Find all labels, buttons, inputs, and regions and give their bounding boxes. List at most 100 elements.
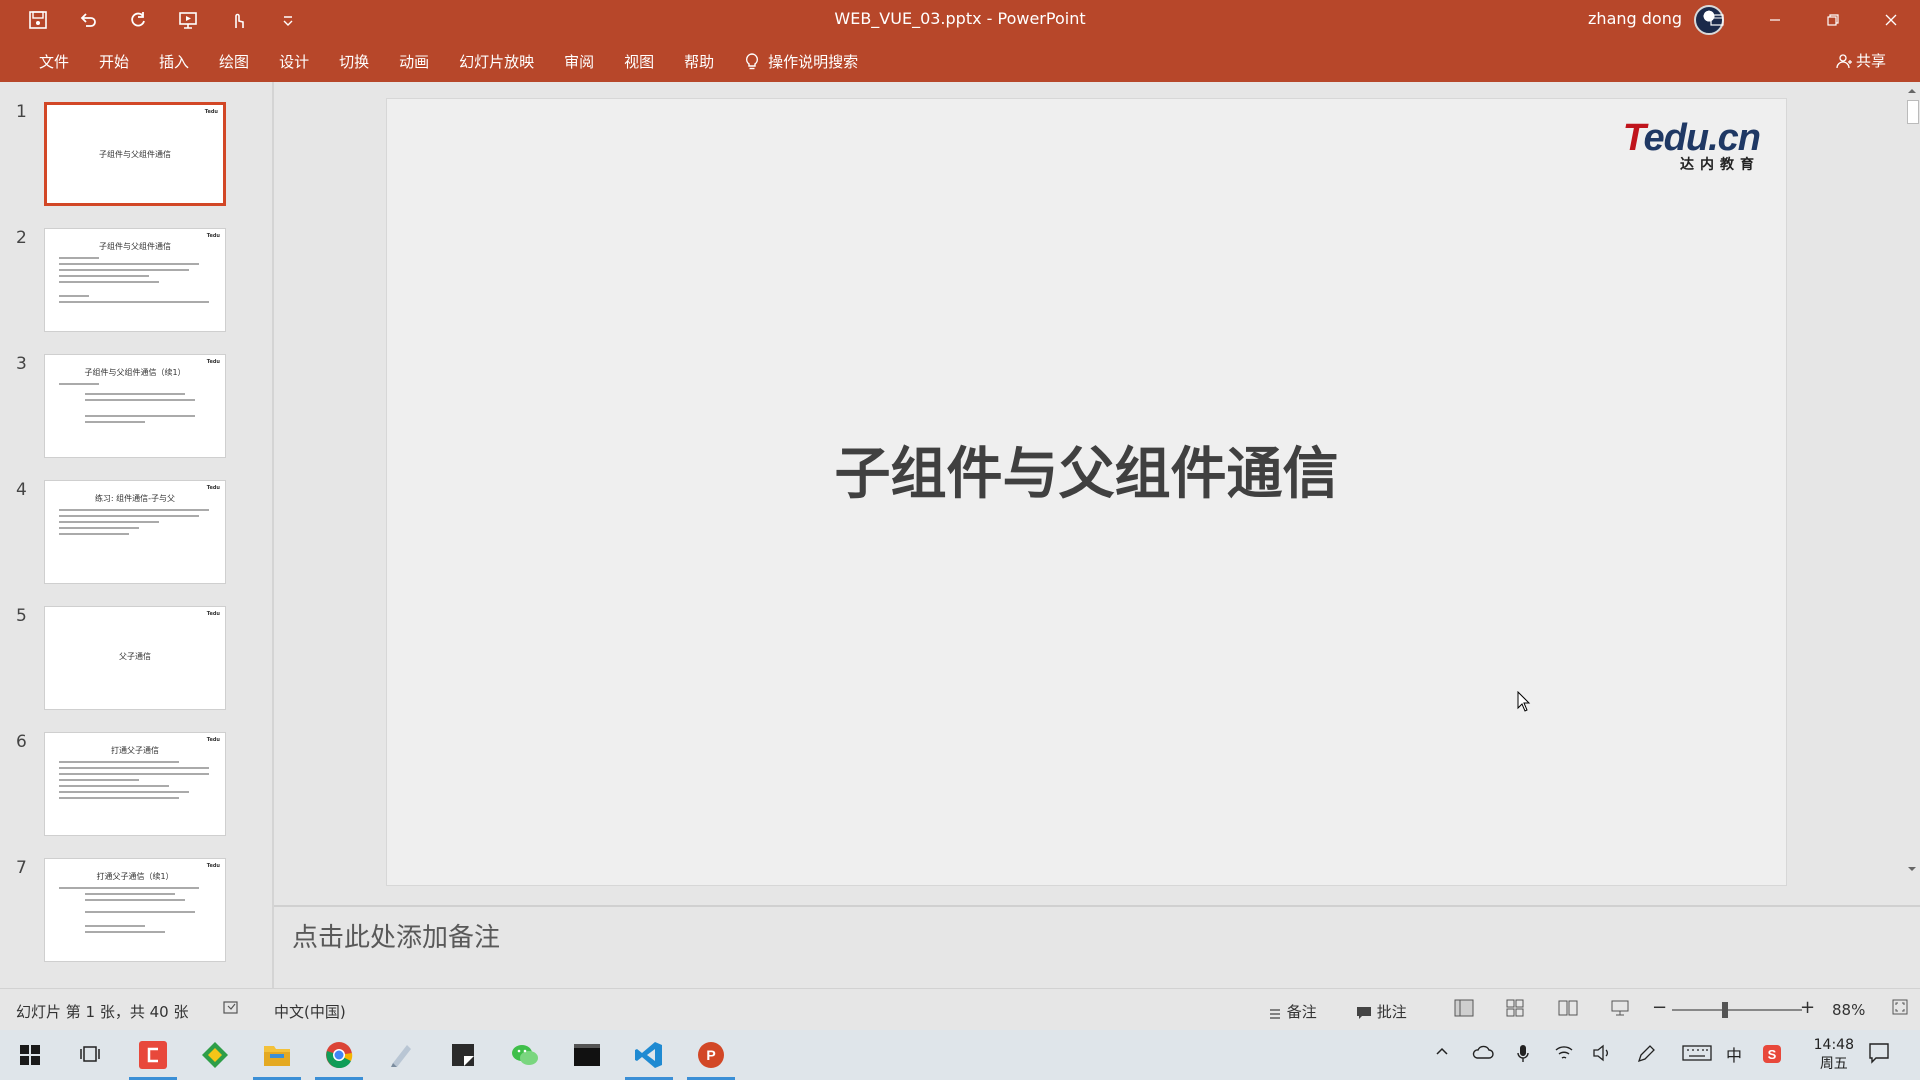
show-hidden-icon[interactable] <box>1434 1044 1450 1064</box>
app-green-icon[interactable] <box>187 1035 243 1075</box>
pen-icon[interactable] <box>1636 1044 1656 1068</box>
current-slide[interactable]: Tedu.cn 达内教育 子组件与父组件通信 <box>386 98 1787 886</box>
normal-view-icon[interactable] <box>1454 999 1474 1021</box>
thumbnail-title: 父子通信 <box>119 652 151 661</box>
scroll-up-icon[interactable] <box>1907 86 1917 96</box>
tab-draw[interactable]: 绘图 <box>204 50 264 74</box>
volume-icon[interactable] <box>1592 1044 1612 1066</box>
microphone-icon[interactable] <box>1516 1044 1530 1068</box>
zoom-in-button[interactable]: + <box>1800 997 1815 1018</box>
restore-icon[interactable] <box>1804 0 1862 40</box>
thumbnail-number: 6 <box>16 732 27 752</box>
tab-file[interactable]: 文件 <box>24 50 84 74</box>
thumbnail-row[interactable]: 4 Tedu 练习: 组件通信-子与父 <box>0 480 272 606</box>
thumbnail-logo: Tedu <box>206 737 220 743</box>
language-indicator[interactable]: 中文(中国) <box>274 1001 346 1022</box>
slide-thumbnail[interactable]: Tedu 子组件与父组件通信 <box>44 228 226 332</box>
share-label: 共享 <box>1855 52 1886 70</box>
slide-thumbnail[interactable]: Tedu 练习: 组件通信-子与父 <box>44 480 226 584</box>
slideshow-view-icon[interactable] <box>1610 999 1630 1021</box>
title-bar: WEB_VUE_03.pptx - PowerPoint zhang dong <box>0 0 1920 40</box>
slide-thumbnail[interactable]: Tedu 子组件与父组件通信（续1） <box>44 354 226 458</box>
scroll-down-icon[interactable] <box>1907 864 1917 874</box>
lightbulb-icon <box>746 53 759 70</box>
window-controls <box>1688 0 1920 40</box>
share-button[interactable]: 共享 <box>1836 50 1886 71</box>
slide-thumbnails-pane: 1 Tedu 子组件与父组件通信 2 Tedu 子组件与父组件通信 3 Tedu… <box>0 82 272 988</box>
thumbnail-row[interactable]: 2 Tedu 子组件与父组件通信 <box>0 228 272 354</box>
zoom-slider[interactable] <box>1672 1009 1802 1011</box>
terminal-icon[interactable] <box>559 1035 615 1075</box>
thumbnail-title: 打通父子通信（续1） <box>96 872 174 881</box>
minimize-icon[interactable] <box>1746 0 1804 40</box>
mouse-pointer-icon <box>1517 690 1531 717</box>
tab-slideshow[interactable]: 幻灯片放映 <box>444 50 549 74</box>
input-method-icon[interactable]: S <box>1762 1044 1782 1068</box>
powerpoint-icon[interactable]: P <box>683 1035 739 1080</box>
system-clock[interactable]: 14:48 周五 <box>1814 1036 1854 1074</box>
comments-button[interactable]: 批注 <box>1356 1001 1407 1022</box>
user-name[interactable]: zhang dong <box>1588 9 1682 28</box>
thumbnail-logo: Tedu <box>206 611 220 617</box>
notes-pane[interactable]: 点击此处添加备注 <box>274 907 1920 987</box>
thumbnail-title: 练习: 组件通信-子与父 <box>94 494 176 503</box>
comment-icon <box>1357 1006 1371 1019</box>
thumbnail-row[interactable]: 3 Tedu 子组件与父组件通信（续1） <box>0 354 272 480</box>
ime-indicator[interactable]: 中 <box>1726 1042 1742 1066</box>
notes-app-icon[interactable] <box>435 1035 491 1075</box>
thumbnail-logo: Tedu <box>204 109 218 115</box>
cloud-sync-icon[interactable] <box>1472 1044 1494 1064</box>
wechat-icon[interactable] <box>497 1035 553 1075</box>
tab-transitions[interactable]: 切换 <box>324 50 384 74</box>
zoom-out-button[interactable]: − <box>1652 997 1667 1018</box>
tab-help[interactable]: 帮助 <box>669 50 729 74</box>
chrome-icon[interactable] <box>311 1035 367 1080</box>
brush-app-icon[interactable] <box>373 1035 429 1075</box>
zoom-level[interactable]: 88% <box>1832 1001 1865 1019</box>
vscode-icon[interactable] <box>621 1035 677 1080</box>
slide-thumbnail[interactable]: Tedu 子组件与父组件通信 <box>44 102 226 206</box>
zoom-slider-thumb[interactable] <box>1722 1002 1728 1018</box>
network-icon[interactable] <box>1554 1044 1574 1066</box>
tab-review[interactable]: 审阅 <box>549 50 609 74</box>
comments-label: 批注 <box>1376 1003 1407 1021</box>
tab-home[interactable]: 开始 <box>84 50 144 74</box>
reading-view-icon[interactable] <box>1558 999 1578 1021</box>
ribbon-display-icon[interactable] <box>1688 0 1746 40</box>
action-center-icon[interactable] <box>1868 1042 1890 1068</box>
fit-to-window-icon[interactable] <box>1892 999 1908 1019</box>
thumbnail-row[interactable]: 6 Tedu 打通父子通信 <box>0 732 272 858</box>
tell-me-label: 操作说明搜索 <box>768 53 859 71</box>
thumbnail-logo: Tedu <box>206 863 220 869</box>
task-view-icon[interactable] <box>62 1035 118 1075</box>
thumbnail-logo: Tedu <box>206 485 220 491</box>
app-red-icon[interactable] <box>125 1035 181 1080</box>
notes-placeholder[interactable]: 点击此处添加备注 <box>292 917 500 954</box>
clock-time: 14:48 <box>1813 1037 1854 1053</box>
tab-animations[interactable]: 动画 <box>384 50 444 74</box>
svg-text:P: P <box>706 1047 715 1063</box>
close-icon[interactable] <box>1862 0 1920 40</box>
notes-button[interactable]: 备注 <box>1268 1001 1317 1022</box>
slide-thumbnail[interactable]: Tedu 父子通信 <box>44 606 226 710</box>
slide-thumbnail[interactable]: Tedu 打通父子通信 <box>44 732 226 836</box>
thumbnail-title: 子组件与父组件通信（续1） <box>84 368 186 377</box>
tab-insert[interactable]: 插入 <box>144 50 204 74</box>
thumbnail-row[interactable]: 5 Tedu 父子通信 <box>0 606 272 732</box>
start-icon[interactable] <box>2 1035 58 1075</box>
thumbnail-number: 5 <box>16 606 27 626</box>
tab-design[interactable]: 设计 <box>264 50 324 74</box>
file-explorer-icon[interactable] <box>249 1035 305 1080</box>
keyboard-icon[interactable] <box>1682 1044 1712 1066</box>
scroll-thumb[interactable] <box>1907 100 1919 124</box>
slide-thumbnail[interactable]: Tedu 打通父子通信（续1） <box>44 858 226 962</box>
thumbnail-row[interactable]: 7 Tedu 打通父子通信（续1） <box>0 858 272 984</box>
vertical-scrollbar[interactable] <box>1904 82 1920 882</box>
tab-view[interactable]: 视图 <box>609 50 669 74</box>
accessibility-icon[interactable] <box>222 999 240 1021</box>
slide-title[interactable]: 子组件与父组件通信 <box>387 429 1786 510</box>
slide-sorter-icon[interactable] <box>1506 999 1524 1021</box>
thumbnail-row[interactable]: 1 Tedu 子组件与父组件通信 <box>0 102 272 228</box>
ribbon-tabs: 文件 开始 插入 绘图 设计 切换 动画 幻灯片放映 审阅 视图 帮助 操作说明… <box>0 40 1920 82</box>
tell-me-search[interactable]: 操作说明搜索 <box>729 50 873 74</box>
